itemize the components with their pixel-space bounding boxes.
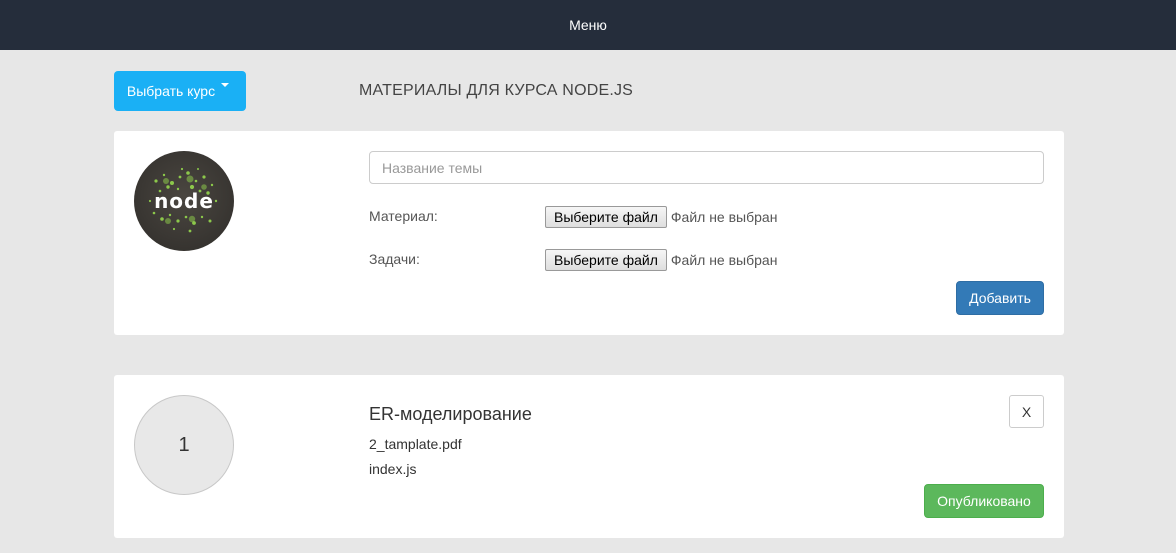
menu-link[interactable]: Меню <box>569 17 607 33</box>
published-status-button[interactable]: Опубликовано <box>924 484 1044 518</box>
add-topic-button[interactable]: Добавить <box>956 281 1044 315</box>
material-file-status: Файл не выбран <box>670 209 778 225</box>
page-title: МАТЕРИАЛЫ ДЛЯ КУРСА NODE.JS <box>359 82 634 99</box>
select-course-dropdown-button[interactable]: Выбрать курс <box>114 71 246 111</box>
tasks-file-link[interactable]: index.js <box>369 461 416 477</box>
material-file-input: Выберите файл Файл не выбран <box>545 206 777 228</box>
material-choose-file-button[interactable]: Выберите файл <box>545 206 667 228</box>
tasks-file-status: Файл не выбран <box>670 252 778 268</box>
topic-title: ER-моделирование <box>369 404 532 424</box>
nodejs-logo-text: node <box>154 189 214 213</box>
top-navbar: Меню <box>0 0 1176 50</box>
delete-topic-button[interactable]: X <box>1009 395 1044 428</box>
course-logo: node <box>134 151 234 251</box>
tasks-label: Задачи: <box>369 251 420 267</box>
select-course-label: Выбрать курс <box>126 83 216 99</box>
topic-number-badge: 1 <box>134 395 234 495</box>
caret-down-icon <box>221 83 230 87</box>
topic-card: 1 ER-моделирование 2_tamplate.pdf index.… <box>114 375 1064 538</box>
tasks-choose-file-button[interactable]: Выберите файл <box>545 249 667 271</box>
tasks-file-input: Выберите файл Файл не выбран <box>545 249 777 271</box>
add-topic-card: node Материал: Выберите файл Файл не выб… <box>114 131 1064 335</box>
material-file-link[interactable]: 2_tamplate.pdf <box>369 436 462 452</box>
material-label: Материал: <box>369 208 438 224</box>
topic-name-input[interactable] <box>369 151 1044 184</box>
